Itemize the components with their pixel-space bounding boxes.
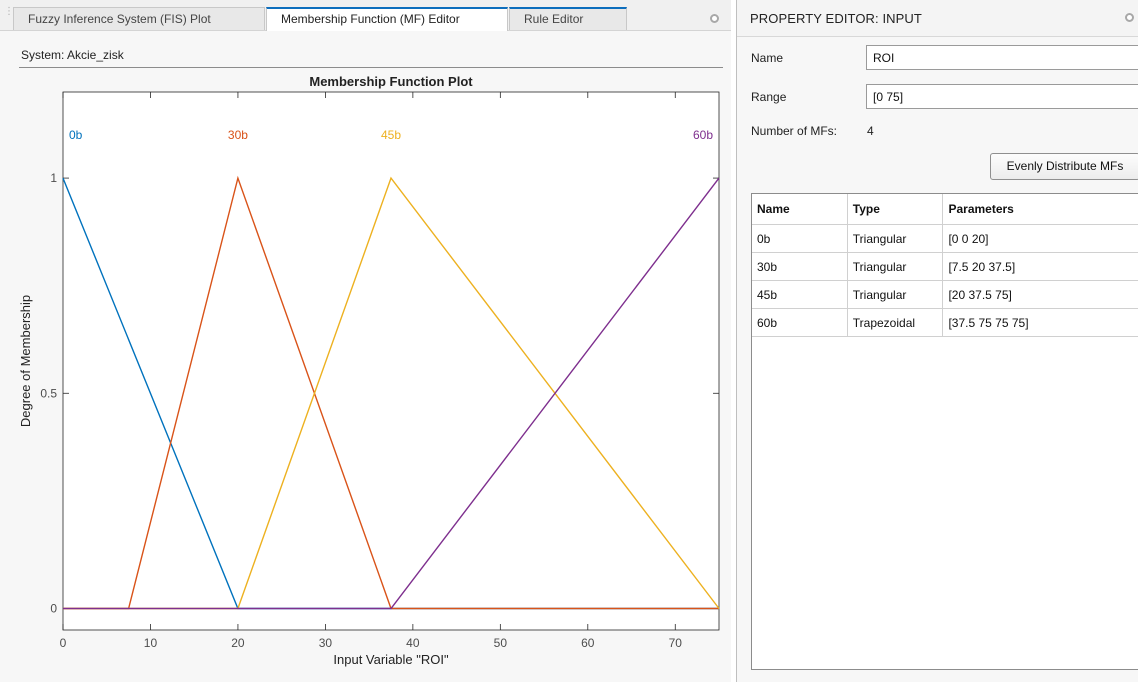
mf-type-cell[interactable]: Trapezoidal: [846, 308, 944, 337]
plot-area: [62, 91, 720, 631]
property-editor-panel: PROPERTY EDITOR: INPUT Name Range Number…: [737, 0, 1138, 682]
mf-name-cell[interactable]: 45b: [752, 280, 848, 309]
x-tick-label: 0: [60, 636, 67, 650]
mf-name-cell[interactable]: 30b: [752, 252, 848, 281]
x-tick-label: 60: [581, 636, 595, 650]
mf-label-60b: 60b: [693, 128, 713, 142]
x-tick-label: 30: [319, 636, 333, 650]
property-editor-header: PROPERTY EDITOR: INPUT: [737, 0, 1138, 37]
y-tick-label: 0: [50, 601, 57, 615]
evenly-distribute-button[interactable]: Evenly Distribute MFs: [990, 153, 1138, 180]
membership-function-plot[interactable]: Membership Function Plot0 10 20 30 40 50 60 700…: [0, 68, 731, 682]
x-axis-label: Input Variable "ROI": [333, 652, 449, 667]
mf-label-30b: 30b: [228, 128, 248, 142]
column-header-type[interactable]: Type: [846, 194, 944, 225]
mf-name-cell[interactable]: 60b: [752, 308, 848, 337]
column-header-parameters[interactable]: Parameters: [942, 194, 1138, 225]
y-tick-label: 0.5: [40, 386, 57, 400]
y-tick-label: 1: [50, 171, 57, 185]
x-tick-label: 40: [406, 636, 420, 650]
mf-params-cell[interactable]: [0 0 20]: [942, 224, 1138, 253]
panel-options-icon[interactable]: [1125, 13, 1134, 22]
tab-rule-editor[interactable]: Rule Editor: [509, 7, 627, 30]
mf-label-45b: 45b: [381, 128, 401, 142]
name-label: Name: [751, 51, 784, 65]
table-row[interactable]: 30b Triangular [7.5 20 37.5]: [752, 252, 1138, 281]
mf-label-0b: 0b: [69, 128, 83, 142]
plot-title: Membership Function Plot: [309, 74, 473, 89]
property-editor-title: PROPERTY EDITOR: INPUT: [750, 11, 922, 26]
tab-fis-plot[interactable]: Fuzzy Inference System (FIS) Plot: [13, 7, 265, 30]
x-tick-label: 20: [231, 636, 245, 650]
column-header-name[interactable]: Name: [752, 194, 848, 225]
table-row[interactable]: 0b Triangular [0 0 20]: [752, 224, 1138, 253]
tab-mf-editor[interactable]: Membership Function (MF) Editor: [266, 7, 508, 31]
y-axis-label: Degree of Membership: [18, 295, 33, 427]
mf-type-cell[interactable]: Triangular: [846, 224, 944, 253]
num-mfs-value: 4: [867, 124, 874, 138]
tab-bar: ⋮ Fuzzy Inference System (FIS) Plot Memb…: [0, 0, 731, 31]
mf-params-cell[interactable]: [7.5 20 37.5]: [942, 252, 1138, 281]
drag-grip-icon[interactable]: ⋮: [4, 7, 14, 22]
range-label: Range: [751, 90, 787, 104]
table-row[interactable]: 45b Triangular [20 37.5 75]: [752, 280, 1138, 309]
mf-type-cell[interactable]: Triangular: [846, 280, 944, 309]
x-tick-label: 10: [144, 636, 158, 650]
mf-editor-panel: ⋮ Fuzzy Inference System (FIS) Plot Memb…: [0, 0, 731, 682]
range-field[interactable]: [866, 84, 1138, 109]
mf-type-cell[interactable]: Triangular: [846, 252, 944, 281]
mf-table[interactable]: Name Type Parameters 0b Triangular [0 0 …: [751, 193, 1138, 670]
x-tick-label: 70: [669, 636, 683, 650]
num-mfs-label: Number of MFs:: [751, 124, 838, 138]
mf-params-cell[interactable]: [37.5 75 75 75]: [942, 308, 1138, 337]
mf-name-cell[interactable]: 0b: [752, 224, 848, 253]
table-header-row: Name Type Parameters: [752, 194, 1138, 225]
name-field[interactable]: [866, 45, 1138, 70]
table-row[interactable]: 60b Trapezoidal [37.5 75 75 75]: [752, 308, 1138, 337]
mf-params-cell[interactable]: [20 37.5 75]: [942, 280, 1138, 309]
system-label: System: Akcie_zisk: [21, 48, 124, 62]
x-tick-label: 50: [494, 636, 508, 650]
panel-options-icon[interactable]: [710, 14, 719, 23]
